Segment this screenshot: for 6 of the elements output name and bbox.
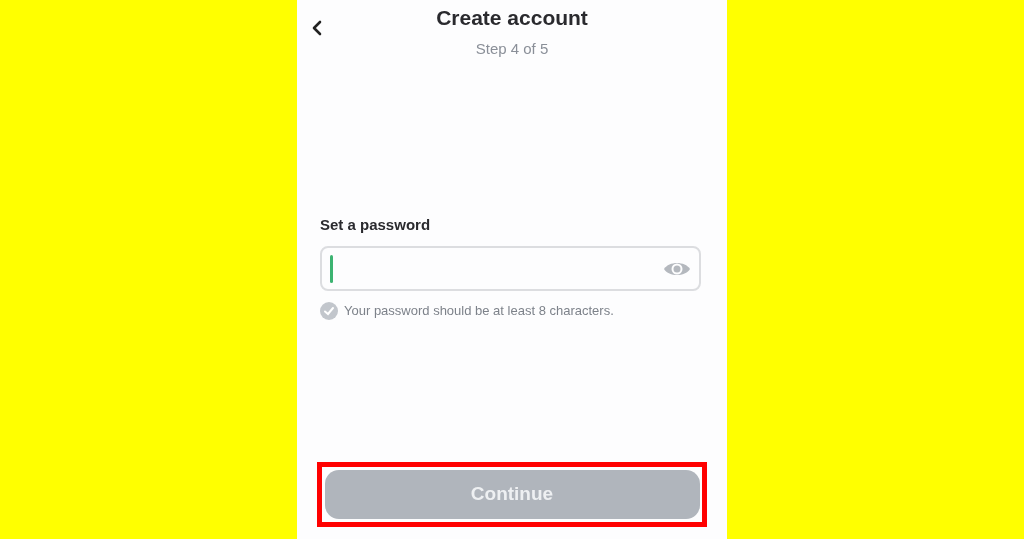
password-hint: Your password should be at least 8 characters. bbox=[344, 302, 614, 320]
page-title: Create account bbox=[436, 5, 588, 31]
step-indicator: Step 4 of 5 bbox=[475, 40, 549, 58]
field-label: Set a password bbox=[320, 216, 432, 234]
password-field[interactable] bbox=[320, 246, 701, 291]
back-icon bbox=[312, 20, 322, 36]
